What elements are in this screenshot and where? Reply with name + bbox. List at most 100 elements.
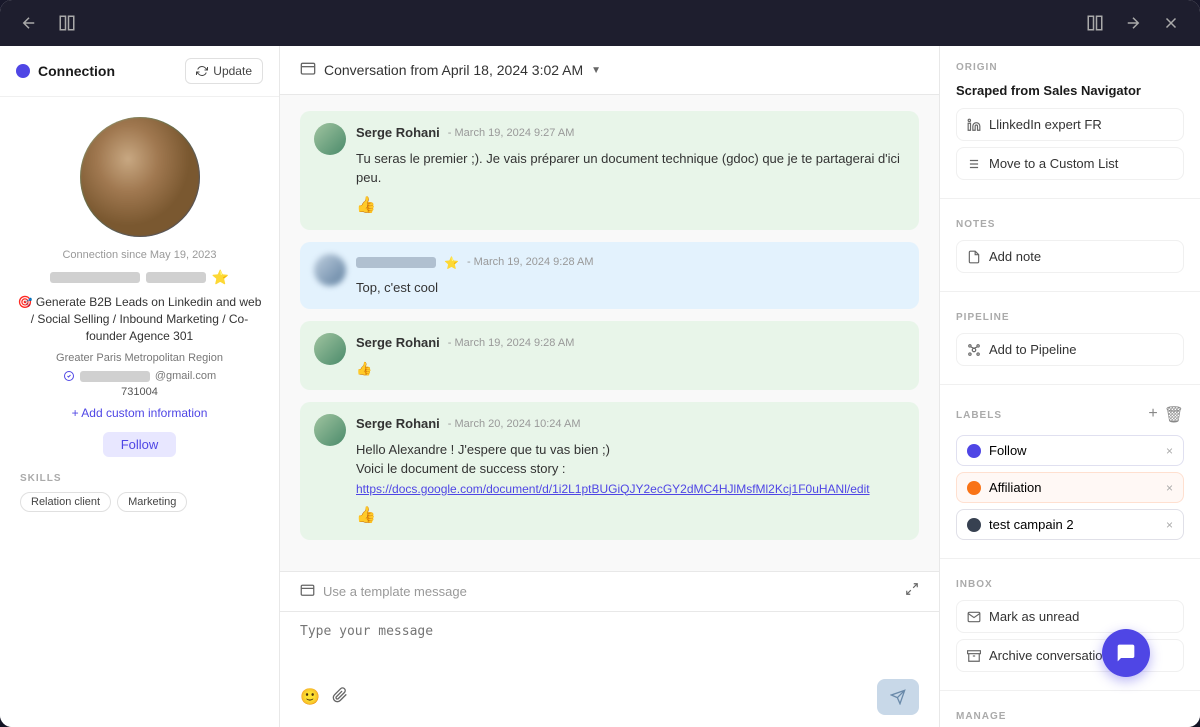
sender-name-blurred	[356, 257, 436, 268]
layout-toggle-button[interactable]	[54, 10, 80, 36]
sender-avatar-other	[314, 254, 346, 286]
manage-label: MANAGE	[956, 711, 1184, 722]
remove-label-follow[interactable]: ×	[1166, 444, 1173, 458]
star-icon: ⭐	[212, 269, 229, 286]
skills-section: SKILLS Relation client Marketing	[16, 473, 263, 512]
follow-button[interactable]: Follow	[103, 432, 177, 457]
avatar-image	[80, 117, 200, 237]
remove-label-campaign[interactable]: ×	[1166, 518, 1173, 532]
attachment-icon[interactable]	[332, 687, 348, 708]
connection-label: Connection	[16, 63, 115, 79]
divider	[940, 558, 1200, 559]
send-button[interactable]	[877, 679, 919, 715]
add-pipeline-label: Add to Pipeline	[989, 342, 1076, 357]
message-time: - March 19, 2024 9:28 AM	[448, 335, 575, 352]
archive-conversation-label: Archive conversation	[989, 648, 1110, 663]
message-emoji: 👍	[356, 194, 905, 218]
inbox-section: INBOX Mark as unread Archive conversatio…	[940, 563, 1200, 686]
message-emoji: 👍	[356, 504, 905, 528]
chat-float-icon	[1116, 643, 1136, 663]
sender-name: Serge Rohani	[356, 123, 440, 143]
expand-icon[interactable]	[905, 582, 919, 601]
forward-button[interactable]	[1120, 10, 1146, 36]
update-label: Update	[213, 64, 252, 78]
label-dot-campaign	[967, 518, 981, 532]
template-bar: Use a template message	[280, 571, 939, 611]
connection-text: Connection	[38, 63, 115, 79]
message-bubble: Serge Rohani - March 20, 2024 10:24 AM H…	[300, 402, 919, 540]
verified-icon	[63, 370, 75, 382]
divider	[940, 690, 1200, 691]
email-suffix: @gmail.com	[155, 370, 216, 382]
remove-label-affiliation[interactable]: ×	[1166, 481, 1173, 495]
layout-toggle-right-button[interactable]	[1082, 10, 1108, 36]
move-icon	[967, 157, 981, 171]
template-icon	[300, 584, 315, 599]
label-actions: + 🗑	[1148, 405, 1184, 425]
message-text: Tu seras le premier ;). Je vais préparer…	[356, 149, 905, 188]
name-row: ⭐	[50, 269, 229, 286]
profile-title: 🎯 Generate B2B Leads on Linkedin and web…	[16, 294, 263, 344]
notes-section: NOTES Add note	[940, 203, 1200, 287]
divider	[940, 291, 1200, 292]
template-placeholder[interactable]: Use a template message	[323, 584, 467, 599]
label-name-affiliation: Affiliation	[989, 480, 1042, 495]
label-dot-follow	[967, 444, 981, 458]
star-icon-msg: ⭐	[444, 254, 459, 272]
add-pipeline-row[interactable]: Add to Pipeline	[956, 333, 1184, 366]
delete-label-icon[interactable]: 🗑	[1164, 405, 1184, 425]
left-header: Connection Update	[0, 46, 279, 97]
conversation-header: Conversation from April 18, 2024 3:02 AM…	[280, 46, 939, 95]
divider	[940, 198, 1200, 199]
manage-section: MANAGE	[940, 695, 1200, 727]
sender-avatar	[314, 333, 346, 365]
update-button[interactable]: Update	[185, 58, 263, 84]
label-campaign: test campain 2 ×	[956, 509, 1184, 540]
label-affiliation: Affiliation ×	[956, 472, 1184, 503]
back-button[interactable]	[16, 10, 42, 36]
inbox-label: INBOX	[956, 579, 1184, 590]
email-blurred	[80, 371, 150, 382]
avatar	[80, 117, 200, 237]
message-input[interactable]	[300, 624, 919, 654]
pipeline-icon	[967, 343, 981, 357]
origin-section: ORIGIN Scraped from Sales Navigator Llin…	[940, 46, 1200, 194]
name-blurred-2	[146, 272, 206, 283]
add-custom-info-label: + Add custom information	[72, 406, 208, 420]
message-bubble: Serge Rohani - March 19, 2024 9:27 AM Tu…	[300, 111, 919, 230]
close-button[interactable]	[1158, 10, 1184, 36]
skills-tags: Relation client Marketing	[20, 492, 259, 512]
send-icon	[890, 689, 906, 705]
phone-number: 731004	[121, 386, 158, 398]
origin-value: Scraped from Sales Navigator	[956, 83, 1184, 98]
conversation-title: Conversation from April 18, 2024 3:02 AM	[324, 62, 583, 78]
emoji-picker-icon[interactable]: 🙂	[300, 687, 320, 708]
add-label-icon[interactable]: +	[1148, 405, 1157, 425]
add-custom-info-button[interactable]: + Add custom information	[72, 406, 208, 420]
message-time: - March 20, 2024 10:24 AM	[448, 416, 581, 433]
name-blurred	[50, 272, 140, 283]
sender-avatar	[314, 123, 346, 155]
add-note-label: Add note	[989, 249, 1041, 264]
linkedin-list-label: LlinkedIn expert FR	[989, 117, 1102, 132]
conversation-icon	[300, 62, 316, 78]
middle-panel: Conversation from April 18, 2024 3:02 AM…	[280, 46, 940, 727]
skills-label: SKILLS	[20, 473, 259, 484]
right-panel: ORIGIN Scraped from Sales Navigator Llin…	[940, 46, 1200, 727]
label-name-campaign: test campain 2	[989, 517, 1074, 532]
add-note-row[interactable]: Add note	[956, 240, 1184, 273]
sender-name: Serge Rohani	[356, 414, 440, 434]
dropdown-icon[interactable]: ▼	[591, 65, 601, 76]
labels-label: LABELS	[956, 410, 1002, 421]
move-custom-list-row[interactable]: Move to a Custom List	[956, 147, 1184, 180]
mark-unread-row[interactable]: Mark as unread	[956, 600, 1184, 633]
unread-icon	[967, 610, 981, 624]
pipeline-section: PIPELINE Add to Pipeline	[940, 296, 1200, 380]
location: Greater Paris Metropolitan Region	[56, 352, 223, 364]
origin-label: ORIGIN	[956, 62, 1184, 73]
linkedin-list-row[interactable]: LlinkedIn expert FR	[956, 108, 1184, 141]
profile-section: Connection since May 19, 2023 ⭐ 🎯 Genera…	[0, 97, 279, 532]
message-text: Hello Alexandre ! J'espere que tu vas bi…	[356, 440, 905, 499]
message-link[interactable]: https://docs.google.com/document/d/1i2L1…	[356, 482, 870, 496]
note-icon	[967, 250, 981, 264]
